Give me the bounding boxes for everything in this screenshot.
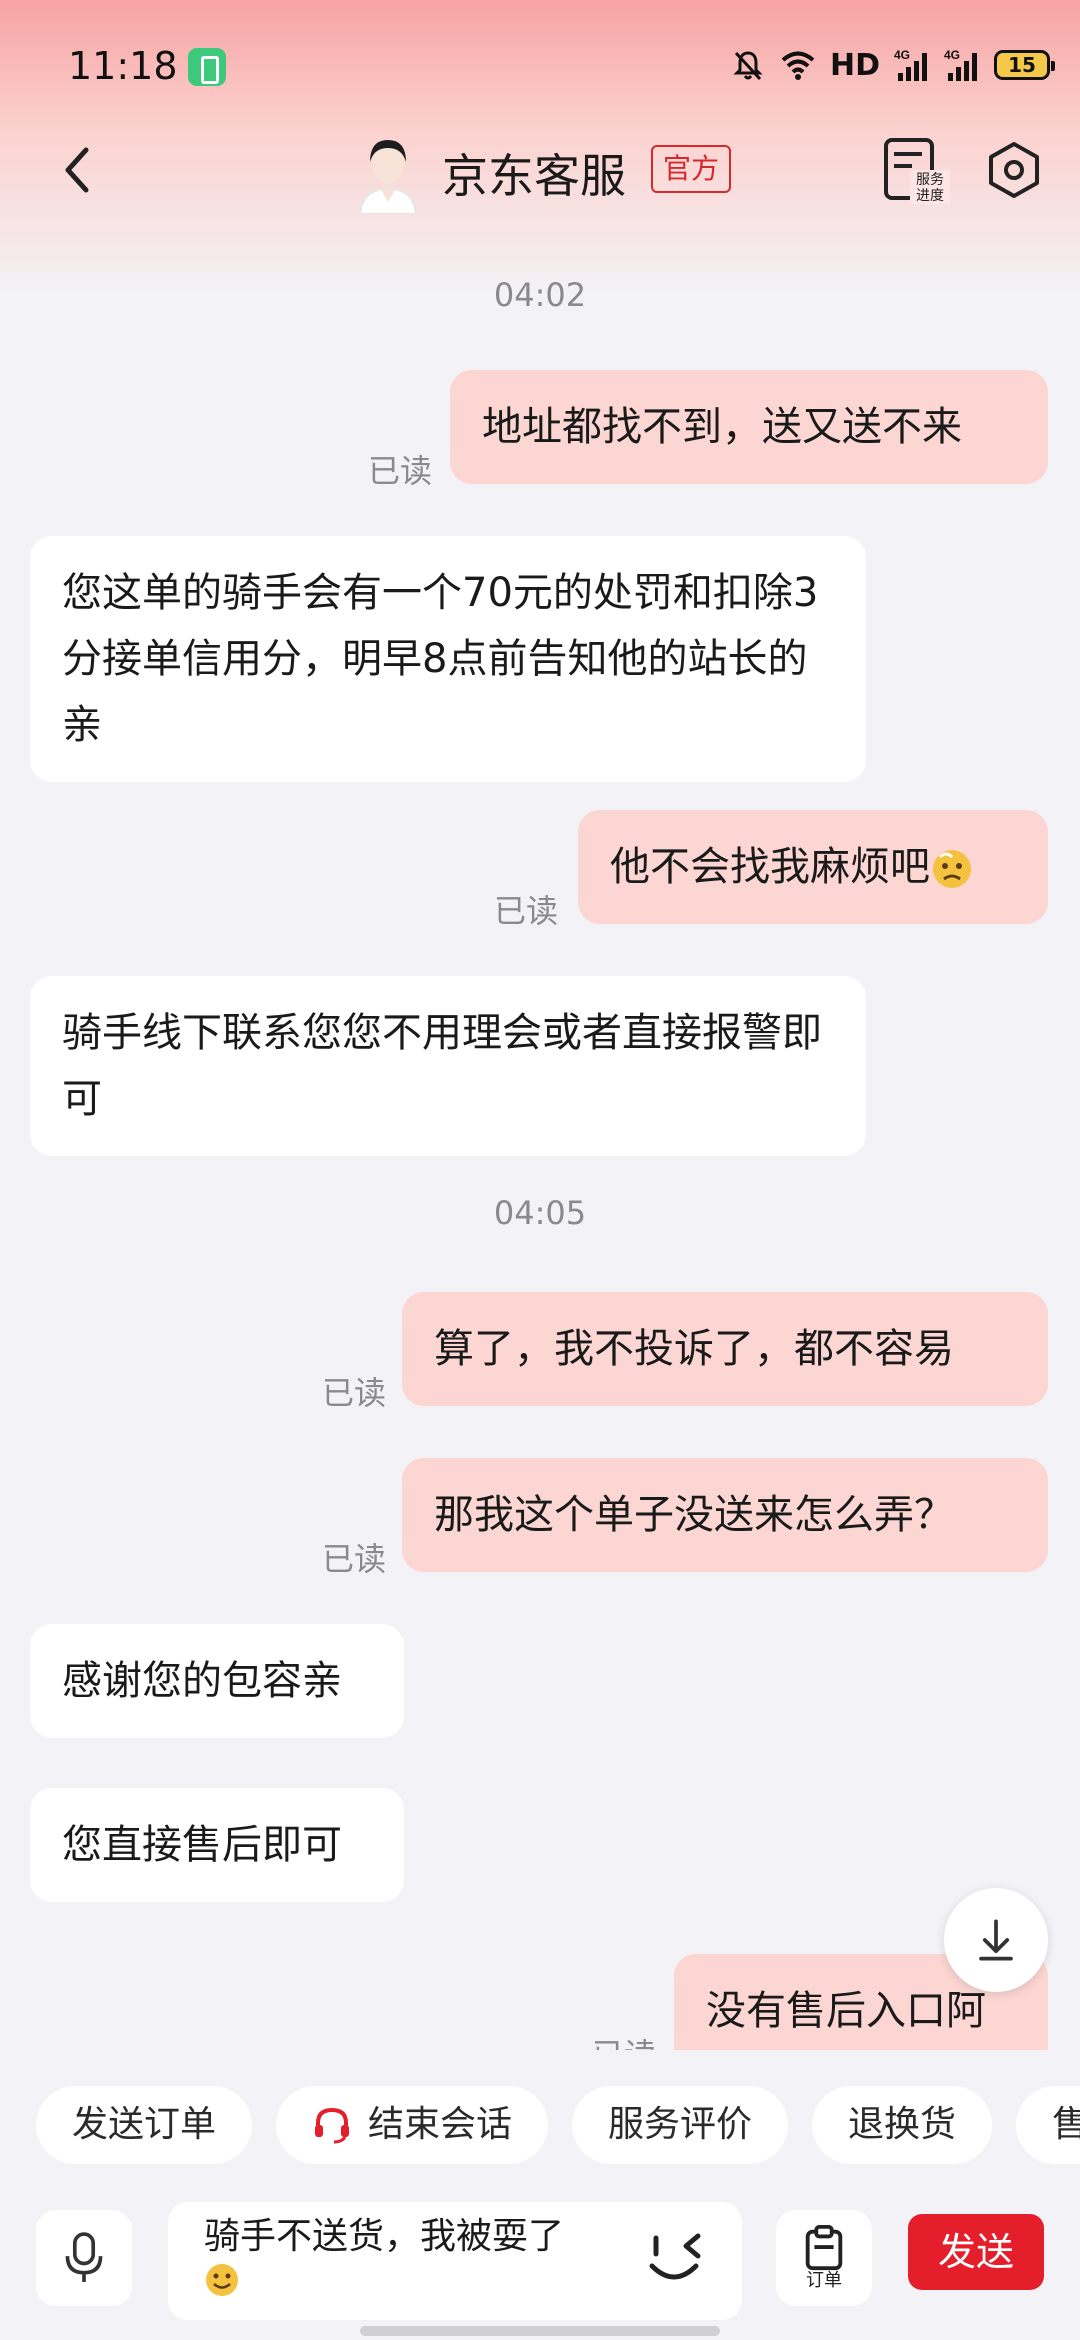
chip-label: 发送订单 [72,2104,217,2145]
incoming-message[interactable]: 您直接售后即可 [30,1788,404,1902]
order-button[interactable]: 订单 [776,2210,872,2306]
chip-label: 结束会话 [368,2104,513,2145]
microphone-icon [65,2232,103,2282]
input-bar: 骑手不送货，我被耍了 订单 发送 [0,2186,1080,2340]
settings-button[interactable] [984,140,1044,200]
smile-emoji-icon [206,2264,238,2296]
service-rating-chip[interactable]: 服务评价 [572,2086,789,2164]
read-status: 已读 [368,452,433,490]
message-input-text: 骑手不送货，我被耍了 [204,2216,565,2257]
outgoing-message[interactable]: 算了，我不投诉了，都不容易 [402,1292,1048,1406]
incoming-message[interactable]: 感谢您的包容亲 [30,1624,404,1738]
page-title: 京东客服 [442,149,626,203]
message-text: 他不会找我麻烦吧 [610,844,930,890]
settings-hexagon-icon [989,142,1039,198]
outgoing-message[interactable]: 他不会找我麻烦吧 [578,810,1048,924]
home-indicator[interactable] [360,2326,720,2336]
status-time: 11:18 [68,44,178,88]
voice-input-button[interactable] [36,2210,132,2306]
message-list[interactable]: 04:02 地址都找不到，送又送不来 已读 您这单的骑手会有一个70元的处罚和扣… [0,240,1080,2050]
battery-indicator: 15 [994,50,1055,80]
return-exchange-chip[interactable]: 退换货 [812,2086,993,2164]
chat-header: 京东客服 官方 服务 进度 [0,120,1080,220]
chip-label: 售 [1052,2104,1080,2145]
end-session-chip[interactable]: 结束会话 [276,2086,549,2164]
progress-label-2: 进度 [916,188,944,204]
wink-face-icon [649,2233,701,2280]
quick-action-bar: 发送订单 结束会话 服务评价 退换货 售 [0,2086,1080,2174]
outgoing-message[interactable]: 地址都找不到，送又送不来 [450,370,1048,484]
mute-icon [733,51,763,81]
progress-label-1: 服务 [916,172,944,188]
after-sales-chip[interactable]: 售 [1016,2086,1080,2164]
agent-avatar [358,140,418,214]
wifi-icon [781,51,815,80]
service-progress-button[interactable]: 服务 进度 [882,136,952,206]
chip-label: 服务评价 [608,2104,753,2145]
send-button[interactable]: 发送 [908,2214,1044,2290]
clipboard-icon [805,2224,843,2271]
timestamp: 04:02 [493,276,587,314]
back-button[interactable] [48,140,108,200]
scroll-to-bottom-button[interactable] [944,1888,1048,1992]
order-button-label: 订单 [806,2270,842,2291]
incoming-message[interactable]: 您这单的骑手会有一个70元的处罚和扣除3分接单信用分，明早8点前告知他的站长的亲 [30,536,866,782]
hd-label: HD [829,47,880,83]
battery-saver-app-icon [188,48,226,86]
read-status: 已读 [322,1540,387,1578]
service-progress-icon: 服务 进度 [884,138,950,204]
headset-icon [315,2107,350,2144]
read-status: 已读 [322,1374,387,1412]
signal2-label: 4G [944,48,960,62]
read-status: 已读 [494,892,559,930]
send-order-chip[interactable]: 发送订单 [36,2086,253,2164]
signal-icon: 4G [894,48,927,81]
download-arrow-icon [979,1919,1013,1961]
incoming-message[interactable]: 骑手线下联系您您不用理会或者直接报警即可 [30,976,866,1156]
signal1-label: 4G [894,48,910,62]
timestamp: 04:05 [493,1194,587,1232]
chevron-left-icon [65,147,89,193]
outgoing-message[interactable]: 那我这个单子没送来怎么弄？ [402,1458,1048,1572]
official-badge: 官方 [651,145,732,193]
status-bar: 11:18 HD 4G 4G 15 [0,0,1080,130]
status-icons: HD 4G 4G 15 [730,42,1055,88]
chip-label: 退换货 [848,2104,957,2145]
emoji-button[interactable] [640,2226,712,2290]
read-status: 已读 [592,2030,656,2050]
signal-icon-2: 4G [944,48,977,81]
worried-face-emoji-icon [933,850,971,888]
